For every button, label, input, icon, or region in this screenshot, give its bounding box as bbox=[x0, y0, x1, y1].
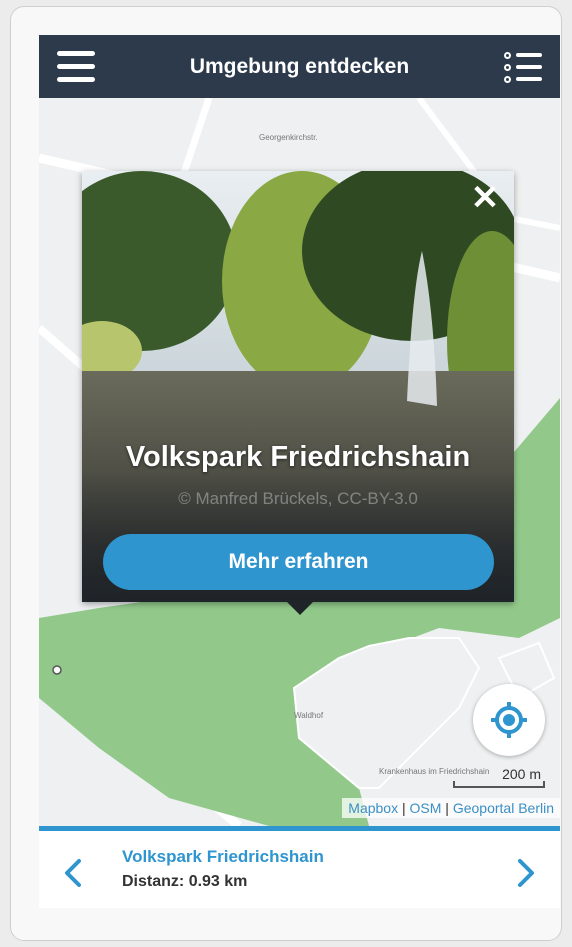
popup-pointer bbox=[287, 602, 313, 615]
locate-button[interactable] bbox=[473, 684, 545, 756]
chevron-right-icon[interactable] bbox=[512, 853, 540, 893]
chevron-left-icon[interactable] bbox=[59, 853, 87, 893]
app-header: Umgebung entdecken bbox=[39, 35, 560, 98]
map-attribution: Mapbox | OSM | Geoportal Berlin bbox=[342, 798, 560, 818]
current-poi-name[interactable]: Volkspark Friedrichshain bbox=[122, 847, 324, 867]
page-title: Umgebung entdecken bbox=[189, 55, 410, 78]
poi-title: Volkspark Friedrichshain bbox=[125, 441, 471, 473]
scale-label: 200 m bbox=[502, 766, 541, 782]
poi-popup: ✕ Volkspark Friedrichshain © Manfred Brü… bbox=[82, 171, 514, 602]
poi-navigation-bar: Volkspark Friedrichshain Distanz: 0.93 k… bbox=[39, 826, 560, 908]
map-scale: 200 m bbox=[453, 766, 545, 788]
more-info-button[interactable]: Mehr erfahren bbox=[103, 534, 494, 590]
attribution-geoportal-link[interactable]: Geoportal Berlin bbox=[453, 800, 554, 816]
list-icon[interactable] bbox=[504, 49, 542, 85]
distance-value: 0.93 km bbox=[188, 873, 248, 890]
distance-text: Distanz: 0.93 km bbox=[122, 873, 247, 891]
close-icon[interactable]: ✕ bbox=[470, 181, 500, 215]
attribution-mapbox-link[interactable]: Mapbox bbox=[348, 800, 398, 816]
attribution-osm-link[interactable]: OSM bbox=[410, 800, 442, 816]
svg-text:Waldhof: Waldhof bbox=[294, 711, 324, 720]
distance-label: Distanz: bbox=[122, 873, 185, 890]
crosshair-icon bbox=[491, 702, 527, 738]
svg-text:Georgenkirchstr.: Georgenkirchstr. bbox=[259, 133, 318, 142]
image-credit: © Manfred Brückels, CC-BY-3.0 bbox=[178, 489, 418, 508]
app-screen: Umgebung entdecken Georgenkirchstr. Danz… bbox=[39, 35, 560, 908]
